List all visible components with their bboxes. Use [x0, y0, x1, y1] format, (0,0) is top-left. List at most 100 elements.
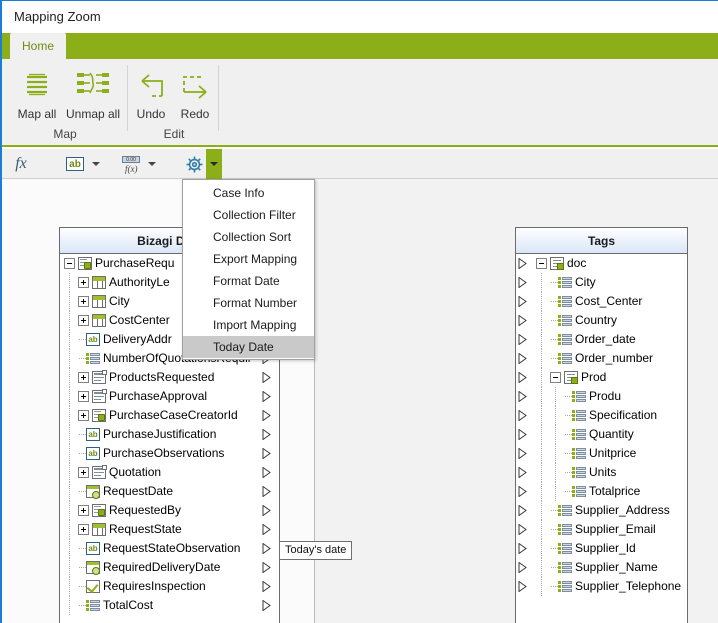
tree-row[interactable]: ab PurchaseObservations: [60, 444, 279, 463]
mapping-connector-arrow[interactable]: [518, 542, 527, 555]
menu-item-format-date[interactable]: Format Date: [183, 270, 314, 292]
tree-row[interactable]: Cost_Center: [516, 292, 687, 311]
mapping-connector-arrow[interactable]: [262, 371, 271, 384]
expand-node-button[interactable]: [78, 315, 89, 326]
mapping-connector-arrow[interactable]: [518, 580, 527, 593]
expand-node-button[interactable]: [78, 410, 89, 421]
undo-button[interactable]: Undo: [129, 65, 173, 127]
unmap-all-button[interactable]: Unmap all: [58, 65, 128, 127]
tree-row[interactable]: Supplier_Name: [516, 558, 687, 577]
menu-item-today-date[interactable]: Today Date: [183, 336, 314, 358]
tree-row[interactable]: Quantity: [516, 425, 687, 444]
tree-row[interactable]: Specification: [516, 406, 687, 425]
mapping-connector-arrow[interactable]: [518, 561, 527, 574]
tree-row[interactable]: PurchaseApproval: [60, 387, 279, 406]
expand-node-button[interactable]: [78, 296, 89, 307]
tree-row[interactable]: RequiredDeliveryDate: [60, 558, 279, 577]
expand-node-button[interactable]: [78, 505, 89, 516]
mapping-connector-arrow[interactable]: [262, 599, 271, 612]
gear-dropdown-menu[interactable]: Case Info Collection Filter Collection Sor…: [182, 179, 315, 360]
tree-guide: [555, 482, 557, 501]
tree-elbow: [79, 491, 86, 493]
tree-row[interactable]: Totalprice: [516, 482, 687, 501]
mapping-connector-arrow[interactable]: [518, 409, 527, 422]
collapse-node-button[interactable]: [536, 258, 547, 269]
tree-row[interactable]: RequestedBy: [60, 501, 279, 520]
string-function-button[interactable]: ab: [64, 152, 86, 176]
collapse-node-button[interactable]: [550, 372, 561, 383]
menu-item-collection-filter[interactable]: Collection Filter: [183, 204, 314, 226]
tree-row[interactable]: Produ: [516, 387, 687, 406]
mapping-connector-arrow[interactable]: [262, 428, 271, 441]
mapping-connector-arrow[interactable]: [262, 409, 271, 422]
tree-row[interactable]: Supplier_Id: [516, 539, 687, 558]
mapping-connector-arrow[interactable]: [518, 390, 527, 403]
mapping-connector-arrow[interactable]: [518, 466, 527, 479]
mapping-connector-arrow[interactable]: [262, 485, 271, 498]
tree-row[interactable]: Supplier_Email: [516, 520, 687, 539]
menu-item-case-info[interactable]: Case Info: [183, 182, 314, 204]
tree-row[interactable]: RequestDate: [60, 482, 279, 501]
tree-row[interactable]: Supplier_Address: [516, 501, 687, 520]
mapping-connector-arrow[interactable]: [518, 371, 527, 384]
tree-row[interactable]: ProductsRequested: [60, 368, 279, 387]
tree-elbow: [551, 320, 558, 322]
expand-node-button[interactable]: [78, 467, 89, 478]
tree-row[interactable]: Country: [516, 311, 687, 330]
mapping-connector-arrow[interactable]: [518, 314, 527, 327]
mapping-connector-arrow[interactable]: [518, 447, 527, 460]
mapping-connector-arrow[interactable]: [262, 523, 271, 536]
number-function-dropdown[interactable]: [144, 152, 160, 176]
number-function-button[interactable]: 0.00 f(x): [120, 152, 142, 176]
mapping-connector-arrow[interactable]: [262, 580, 271, 593]
menu-item-export-mapping[interactable]: Export Mapping: [183, 248, 314, 270]
menu-item-format-number[interactable]: Format Number: [183, 292, 314, 314]
tree-row[interactable]: Prod: [516, 368, 687, 387]
tree-row-label: PurchaseObservations: [103, 446, 225, 460]
redo-button[interactable]: Redo: [173, 65, 217, 127]
tree-row[interactable]: doc: [516, 254, 687, 273]
tree-row[interactable]: City: [516, 273, 687, 292]
tree-row[interactable]: Supplier_Telephone: [516, 577, 687, 596]
mapping-connector-arrow[interactable]: [518, 485, 527, 498]
tree-row[interactable]: Unitprice: [516, 444, 687, 463]
tab-home[interactable]: Home: [10, 33, 66, 59]
tree-row[interactable]: ab RequestStateObservation: [60, 539, 279, 558]
mapping-connector-arrow[interactable]: [518, 523, 527, 536]
expand-node-button[interactable]: [78, 372, 89, 383]
menu-item-collection-sort[interactable]: Collection Sort: [183, 226, 314, 248]
mapping-connector-arrow[interactable]: [518, 333, 527, 346]
mapping-connector-arrow[interactable]: [262, 504, 271, 517]
mapping-connector-arrow[interactable]: [262, 466, 271, 479]
mapping-connector-arrow[interactable]: [518, 504, 527, 517]
collapse-node-button[interactable]: [64, 258, 75, 269]
tree-row[interactable]: RequiresInspection: [60, 577, 279, 596]
tree-row[interactable]: TotalCost: [60, 596, 279, 615]
mapping-connector-arrow[interactable]: [518, 428, 527, 441]
menu-item-import-mapping[interactable]: Import Mapping: [183, 314, 314, 336]
mapping-connector-arrow[interactable]: [262, 447, 271, 460]
tree-row[interactable]: ab PurchaseJustification: [60, 425, 279, 444]
tree-guide: [69, 330, 71, 349]
mapping-connector-arrow[interactable]: [262, 561, 271, 574]
tree-row[interactable]: Order_number: [516, 349, 687, 368]
mapping-connector-arrow[interactable]: [262, 542, 271, 555]
gear-button[interactable]: [182, 152, 206, 176]
tags-tree[interactable]: doc City Cost_Center Country Order_date Order…: [516, 254, 687, 596]
tree-row[interactable]: Quotation: [60, 463, 279, 482]
mapping-connector-arrow[interactable]: [518, 352, 527, 365]
tree-row[interactable]: Order_date: [516, 330, 687, 349]
string-function-dropdown[interactable]: [88, 152, 104, 176]
tree-row[interactable]: RequestState: [60, 520, 279, 539]
expand-node-button[interactable]: [78, 277, 89, 288]
gear-dropdown-button[interactable]: [206, 149, 222, 179]
tree-row[interactable]: PurchaseCaseCreatorId: [60, 406, 279, 425]
mapping-connector-arrow[interactable]: [518, 295, 527, 308]
tree-row[interactable]: Units: [516, 463, 687, 482]
mapping-connector-arrow[interactable]: [518, 257, 527, 270]
fx-button[interactable]: fx: [8, 152, 34, 176]
expand-node-button[interactable]: [78, 391, 89, 402]
mapping-connector-arrow[interactable]: [262, 390, 271, 403]
mapping-connector-arrow[interactable]: [518, 276, 527, 289]
expand-node-button[interactable]: [78, 524, 89, 535]
